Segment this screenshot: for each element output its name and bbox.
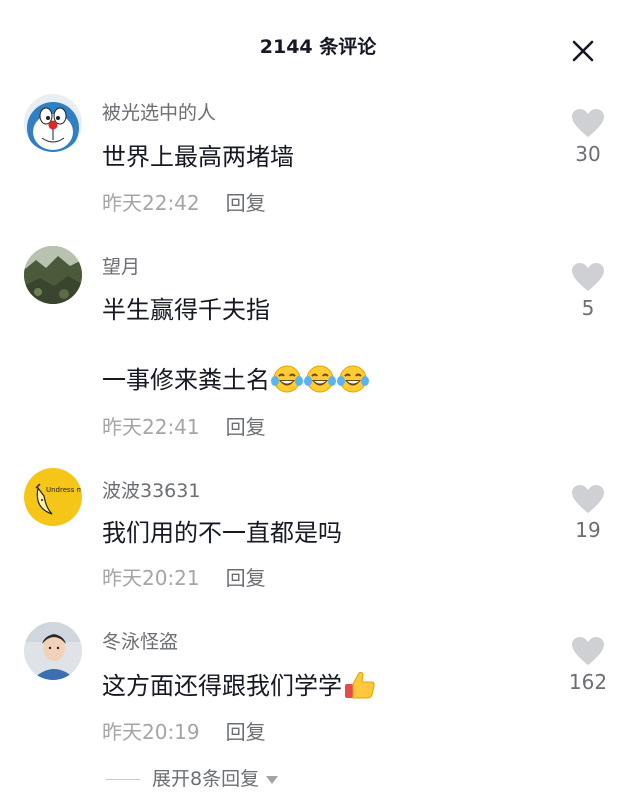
expand-replies-label: 展开8条回复 <box>152 768 260 790</box>
comment-count-title: 2144 条评论 <box>259 36 377 58</box>
reply-button[interactable]: 回复 <box>226 566 266 590</box>
avatar-text: Undress me <box>46 486 82 494</box>
comment-text-line-2: 一事修来粪土名 <box>102 360 369 400</box>
person-avatar-icon <box>24 622 82 680</box>
close-icon[interactable] <box>566 34 600 68</box>
comment-meta: 昨天20:19 回复 <box>102 716 266 745</box>
comment-text: 我们用的不一直都是吗 <box>102 519 342 547</box>
reply-button[interactable]: 回复 <box>226 415 266 439</box>
comment-username[interactable]: 波波33631 <box>102 476 200 503</box>
comment-text-line: 这方面还得跟我们学学 <box>102 666 377 706</box>
reply-button[interactable]: 回复 <box>226 191 266 215</box>
avatar[interactable] <box>24 622 82 680</box>
comment-time: 昨天20:19 <box>102 720 200 744</box>
banana-avatar-icon: Undress me <box>24 468 82 526</box>
comments-header: 2144 条评论 <box>0 0 636 90</box>
heart-icon <box>572 109 604 137</box>
laughing-tears-emoji-icon <box>337 364 369 400</box>
expand-replies-button[interactable]: 展开8条回复 <box>106 764 279 791</box>
comment-text: 一事修来粪土名 <box>102 366 270 394</box>
like-button[interactable]: 5 <box>560 262 616 320</box>
comment-meta: 昨天22:41 回复 <box>102 411 266 440</box>
laughing-tears-emoji-icon <box>271 364 303 400</box>
like-count: 30 <box>575 142 601 166</box>
comment-username[interactable]: 冬泳怪盗 <box>102 627 178 654</box>
comment-time: 昨天22:42 <box>102 191 200 215</box>
reply-button[interactable]: 回复 <box>226 720 266 744</box>
comment-time: 昨天20:21 <box>102 566 200 590</box>
landscape-avatar-icon <box>24 246 82 304</box>
comment-text: 这方面还得跟我们学学 <box>102 672 342 700</box>
like-count: 5 <box>581 296 595 320</box>
doraemon-avatar-icon <box>24 94 82 152</box>
thumbs-up-emoji-icon <box>343 670 377 706</box>
chevron-down-icon <box>266 775 279 784</box>
comment-username[interactable]: 望月 <box>102 252 140 279</box>
like-count: 162 <box>568 670 608 694</box>
avatar[interactable] <box>24 246 82 304</box>
comment-text: 半生赢得千夫指 <box>102 296 270 324</box>
heart-icon <box>572 637 604 665</box>
heart-icon <box>572 263 604 291</box>
laughing-tears-emoji-icon <box>304 364 336 400</box>
like-button[interactable]: 162 <box>560 636 616 694</box>
comment-meta: 昨天22:42 回复 <box>102 187 266 216</box>
like-button[interactable]: 19 <box>560 484 616 542</box>
comment-time: 昨天22:41 <box>102 415 200 439</box>
like-count: 19 <box>575 518 601 542</box>
avatar[interactable] <box>24 94 82 152</box>
comment-text: 世界上最高两堵墙 <box>102 143 294 171</box>
divider <box>106 779 140 780</box>
comment-meta: 昨天20:21 回复 <box>102 562 266 591</box>
avatar[interactable]: Undress me <box>24 468 82 526</box>
like-button[interactable]: 30 <box>560 108 616 166</box>
comment-username[interactable]: 被光选中的人 <box>102 98 216 125</box>
heart-icon <box>572 485 604 513</box>
